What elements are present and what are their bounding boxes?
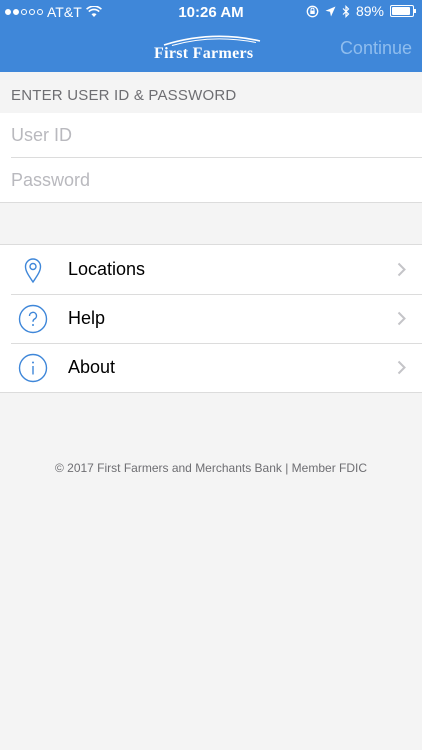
app-header: AT&T 10:26 AM 89% First Farmers Continue [0, 0, 422, 72]
first-farmers-logo: First Farmers [148, 34, 274, 66]
battery-percent: 89% [355, 3, 384, 19]
continue-button[interactable]: Continue [340, 38, 412, 59]
chevron-right-icon [397, 311, 406, 326]
menu-item-about[interactable]: About [0, 343, 422, 392]
user-id-row [0, 113, 422, 157]
location-arrow-icon [325, 6, 336, 16]
chevron-right-icon [397, 262, 406, 277]
menu-item-label: About [68, 357, 116, 377]
question-circle-icon [18, 304, 48, 334]
menu-item-label: Help [68, 308, 106, 328]
logo-text: First Farmers [154, 45, 254, 62]
menu-item-help[interactable]: Help [0, 294, 422, 343]
battery-icon [390, 5, 416, 17]
login-form [0, 113, 422, 203]
menu-list: Locations Help About [0, 244, 422, 393]
user-id-input[interactable] [11, 113, 401, 157]
footer-copyright: © 2017 First Farmers and Merchants Bank … [54, 461, 368, 475]
bluetooth-icon [342, 4, 350, 18]
password-row [11, 157, 422, 202]
rotation-lock-icon [306, 5, 319, 17]
login-section-title: ENTER USER ID & PASSWORD [11, 87, 237, 104]
menu-item-label: Locations [68, 259, 146, 279]
info-circle-icon [18, 353, 48, 383]
location-pin-icon [24, 258, 42, 284]
chevron-right-icon [397, 360, 406, 375]
password-input[interactable] [11, 158, 401, 202]
status-bar: AT&T 10:26 AM 89% [0, 0, 422, 24]
menu-item-locations[interactable]: Locations [0, 245, 422, 294]
